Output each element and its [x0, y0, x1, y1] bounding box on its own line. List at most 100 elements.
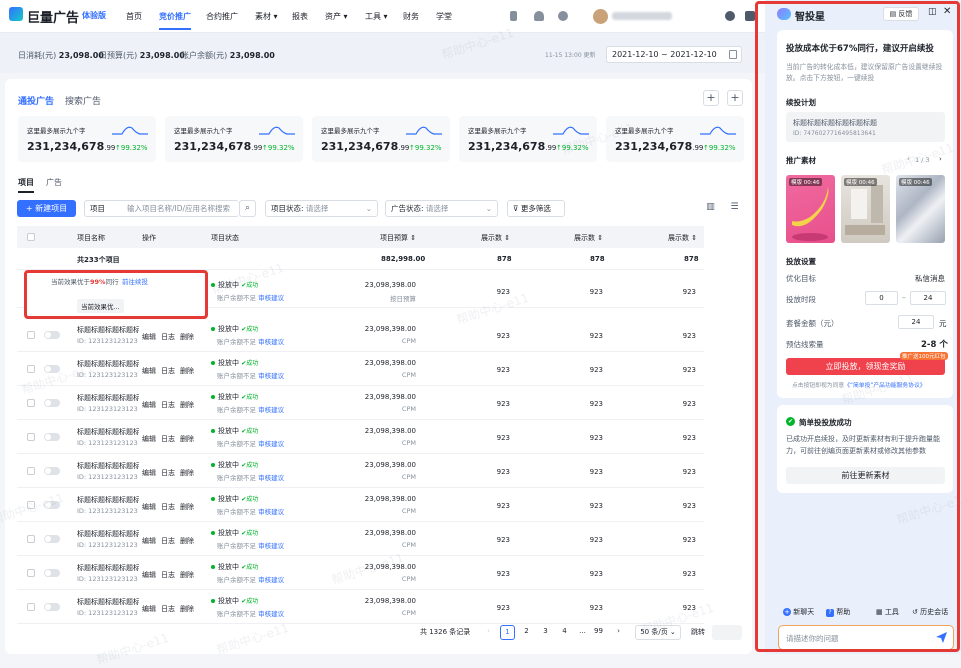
settings-sliders-icon[interactable]: ☰	[726, 200, 743, 217]
account-name[interactable]	[612, 12, 672, 20]
row-name[interactable]: 标题标题标题标题标题	[77, 529, 139, 539]
row-checkbox[interactable]	[27, 467, 35, 475]
tab-general-ads[interactable]: 通投广告	[18, 94, 54, 107]
row-toggle[interactable]	[44, 501, 60, 509]
help-icon[interactable]	[558, 11, 568, 21]
col-budget[interactable]: 项目预算 ⇕	[380, 233, 416, 243]
metric-card[interactable]: 这里最多展示九个字 231,234,678.99 ↑99.32%	[165, 116, 303, 162]
edit-link[interactable]: 编辑	[142, 502, 156, 512]
review-link[interactable]: 审核建议	[258, 372, 284, 380]
row-name[interactable]: 标题标题标题标题标题	[77, 461, 139, 471]
edit-link[interactable]: 编辑	[142, 400, 156, 410]
log-link[interactable]: 日志	[161, 604, 175, 614]
ad-status-select[interactable]: 广告状态: 请选择 ⌄	[385, 200, 498, 217]
row-name[interactable]: 标题标题标题标题标题	[77, 325, 139, 335]
review-link[interactable]: 审核建议	[258, 440, 284, 448]
row-name[interactable]: 标题标题标题标题标题	[77, 597, 139, 607]
review-link[interactable]: 审核建议	[258, 542, 284, 550]
page-4[interactable]: 4	[557, 625, 572, 640]
nav-item-assets[interactable]: 资产 ▾	[325, 11, 348, 22]
log-link[interactable]: 日志	[161, 400, 175, 410]
delete-link[interactable]: 删除	[180, 536, 194, 546]
review-link[interactable]: 审核建议	[258, 406, 284, 414]
nav-item-bidding[interactable]: 竞价推广	[159, 11, 191, 30]
nav-item-tools[interactable]: 工具 ▾	[365, 11, 388, 22]
log-link[interactable]: 日志	[161, 332, 175, 342]
table-row[interactable]: 标题标题标题标题标题 ID: 123123123123 编辑日志删除 投放中 ✔成功账…	[17, 352, 704, 386]
row-checkbox[interactable]	[27, 535, 35, 543]
metric-card[interactable]: 这里最多展示九个字 231,234,678.99 ↑99.32%	[459, 116, 597, 162]
page-2[interactable]: 2	[519, 625, 534, 640]
edit-link[interactable]: 编辑	[142, 468, 156, 478]
edit-link[interactable]: 编辑	[142, 366, 156, 376]
nav-item-report[interactable]: 报表	[292, 11, 308, 22]
next-page-icon[interactable]: ›	[611, 625, 626, 640]
review-link[interactable]: 审核建议	[258, 610, 284, 618]
table-row[interactable]: 标题标题标题标题标题 ID: 123123123123 编辑日志删除 投放中 ✔成功账…	[17, 420, 704, 454]
review-link[interactable]: 审核建议	[258, 474, 284, 482]
table-row[interactable]: 标题标题标题标题标题 ID: 123123123123 编辑日志删除 投放中 ✔成功账…	[17, 454, 704, 488]
delete-link[interactable]: 删除	[180, 502, 194, 512]
row-name[interactable]: 标题标题标题标题标题	[77, 563, 139, 573]
col-impressions-1[interactable]: 展示数 ⇕	[481, 233, 510, 243]
delete-link[interactable]: 删除	[180, 332, 194, 342]
columns-icon[interactable]: ▥	[702, 200, 719, 217]
search-scope[interactable]: 项目	[90, 204, 105, 213]
row-checkbox[interactable]	[27, 569, 35, 577]
row-toggle[interactable]	[44, 399, 60, 407]
nav-item-contract[interactable]: 合约推广	[206, 11, 238, 22]
row-checkbox[interactable]	[27, 433, 35, 441]
nav-item-finance[interactable]: 财务	[403, 11, 419, 22]
review-link[interactable]: 审核建议	[258, 508, 284, 516]
table-row[interactable]: 标题标题标题标题标题 ID: 123123123123 编辑日志删除 投放中 ✔成功账…	[17, 488, 704, 522]
col-impressions-3[interactable]: 展示数 ⇕	[668, 233, 697, 243]
edit-link[interactable]: 编辑	[142, 536, 156, 546]
table-row[interactable]: 标题标题标题标题标题 ID: 123123123123 编辑日志删除 投放中 ✔成功账…	[17, 590, 704, 624]
log-link[interactable]: 日志	[161, 366, 175, 376]
tab-search-ads[interactable]: 搜索广告	[65, 94, 101, 107]
new-project-button[interactable]: + 新建项目	[17, 200, 76, 217]
nav-item-academy[interactable]: 学堂	[436, 11, 452, 22]
row-toggle[interactable]	[44, 365, 60, 373]
review-link[interactable]: 审核建议	[258, 294, 284, 302]
row-checkbox[interactable]	[27, 501, 35, 509]
edit-link[interactable]: 编辑	[142, 604, 156, 614]
add-button[interactable]: +	[703, 90, 719, 106]
row-name[interactable]: 标题标题标题标题标题	[77, 427, 139, 437]
more-filters-button[interactable]: ⊽ 更多筛选	[507, 200, 565, 217]
search-input[interactable]: 项目 输入项目名称/ID/应用名称搜索	[84, 200, 239, 217]
log-link[interactable]: 日志	[161, 502, 175, 512]
row-toggle[interactable]	[44, 569, 60, 577]
row-checkbox[interactable]	[27, 603, 35, 611]
row-toggle[interactable]	[44, 535, 60, 543]
col-impressions-2[interactable]: 展示数 ⇕	[574, 233, 603, 243]
row-toggle[interactable]	[44, 331, 60, 339]
table-row[interactable]: 标题标题标题标题标题 ID: 123123123123 编辑日志删除 投放中 ✔成功账…	[17, 386, 704, 420]
row-toggle[interactable]	[44, 467, 60, 475]
review-link[interactable]: 审核建议	[258, 338, 284, 346]
log-link[interactable]: 日志	[161, 570, 175, 580]
metric-card[interactable]: 这里最多展示九个字 231,234,678.99 ↑99.32%	[312, 116, 450, 162]
page-1[interactable]: 1	[500, 625, 515, 640]
jump-input[interactable]	[712, 625, 742, 640]
row-name[interactable]: 标题标题标题标题标题	[77, 495, 139, 505]
row-checkbox[interactable]	[27, 365, 35, 373]
delete-link[interactable]: 删除	[180, 434, 194, 444]
avatar[interactable]	[593, 9, 608, 24]
subtab-ad[interactable]: 广告	[46, 177, 62, 188]
edit-link[interactable]: 编辑	[142, 434, 156, 444]
edit-link[interactable]: 编辑	[142, 570, 156, 580]
project-status-select[interactable]: 项目状态: 请选择 ⌄	[265, 200, 378, 217]
delete-link[interactable]: 删除	[180, 366, 194, 376]
gear-icon[interactable]	[725, 11, 735, 21]
table-row[interactable]: 标题标题标题标题标题 ID: 123123123123 编辑日志删除 投放中 ✔成功账…	[17, 556, 704, 590]
edit-link[interactable]: 编辑	[142, 332, 156, 342]
metric-card[interactable]: 这里最多展示九个字 231,234,678.99 ↑99.32%	[18, 116, 156, 162]
log-link[interactable]: 日志	[161, 468, 175, 478]
bell-icon[interactable]	[534, 11, 544, 21]
delete-link[interactable]: 删除	[180, 400, 194, 410]
log-link[interactable]: 日志	[161, 434, 175, 444]
row-name[interactable]: 标题标题标题标题标题	[77, 393, 139, 403]
prev-page-icon[interactable]: ‹	[481, 625, 496, 640]
row-toggle[interactable]	[44, 603, 60, 611]
